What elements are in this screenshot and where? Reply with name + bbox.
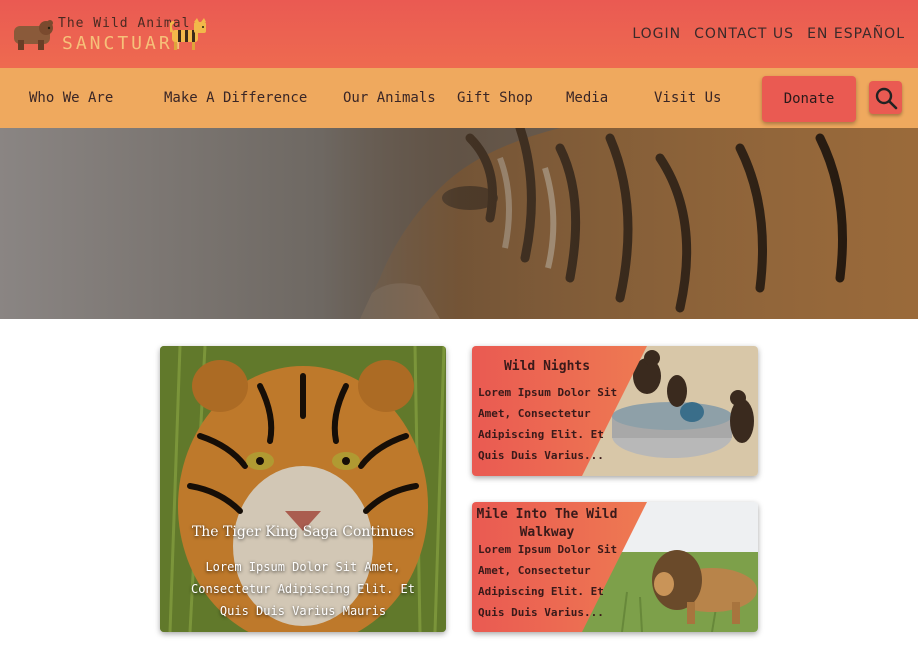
bear-icon (14, 20, 53, 50)
featured-card-description: Lorem Ipsum Dolor Sit Amet, Consectetur … (191, 560, 415, 618)
featured-card-title: The Tiger King Saga Continues (191, 524, 415, 540)
main-nav: Who We Are Make A Difference Our Animals… (0, 68, 918, 128)
nav-item-media[interactable]: Media (566, 90, 608, 106)
top-bar: The Wild Animal SANCTUARY LOGIN CONTACT … (0, 0, 918, 68)
tiger-hero-image (0, 128, 918, 319)
nav-item-gift-shop[interactable]: Gift Shop (457, 90, 533, 106)
nav-item-visit-us[interactable]: Visit Us (654, 90, 721, 106)
donate-button[interactable]: Donate (762, 76, 856, 122)
wild-nights-card[interactable]: Wild Nights Lorem Ipsum Dolor Sit Amet, … (472, 346, 758, 476)
featured-story-card[interactable]: The Tiger King Saga Continues Lorem Ipsu… (160, 346, 446, 632)
en-espanol-link[interactable]: EN ESPAÑOL (807, 26, 905, 42)
top-links: LOGIN CONTACT US EN ESPAÑOL (632, 26, 905, 42)
hero-banner (0, 128, 918, 319)
login-link[interactable]: LOGIN (632, 26, 681, 42)
contact-us-link[interactable]: CONTACT US (694, 26, 794, 42)
search-button[interactable] (869, 81, 902, 114)
logo-line-2: SANCTUARY (62, 33, 187, 54)
nav-item-our-animals[interactable]: Our Animals (343, 90, 436, 106)
search-icon (875, 87, 897, 109)
sanctuary-logo[interactable]: The Wild Animal SANCTUARY (12, 14, 212, 58)
cat-icon (170, 18, 206, 50)
walkway-card[interactable]: Mile Into The Wild Walkway Lorem Ipsum D… (472, 502, 758, 632)
nav-item-make-a-difference[interactable]: Make A Difference (164, 90, 307, 106)
wild-nights-title: Wild Nights (503, 359, 591, 374)
walkway-description: Lorem Ipsum Dolor Sit Amet, Consectetur … (478, 543, 618, 619)
walkway-title: Mile Into The Wild Walkway (476, 507, 618, 540)
nav-item-who-we-are[interactable]: Who We Are (29, 90, 113, 106)
wild-nights-description: Lorem Ipsum Dolor Sit Amet, Consectetur … (478, 386, 618, 462)
